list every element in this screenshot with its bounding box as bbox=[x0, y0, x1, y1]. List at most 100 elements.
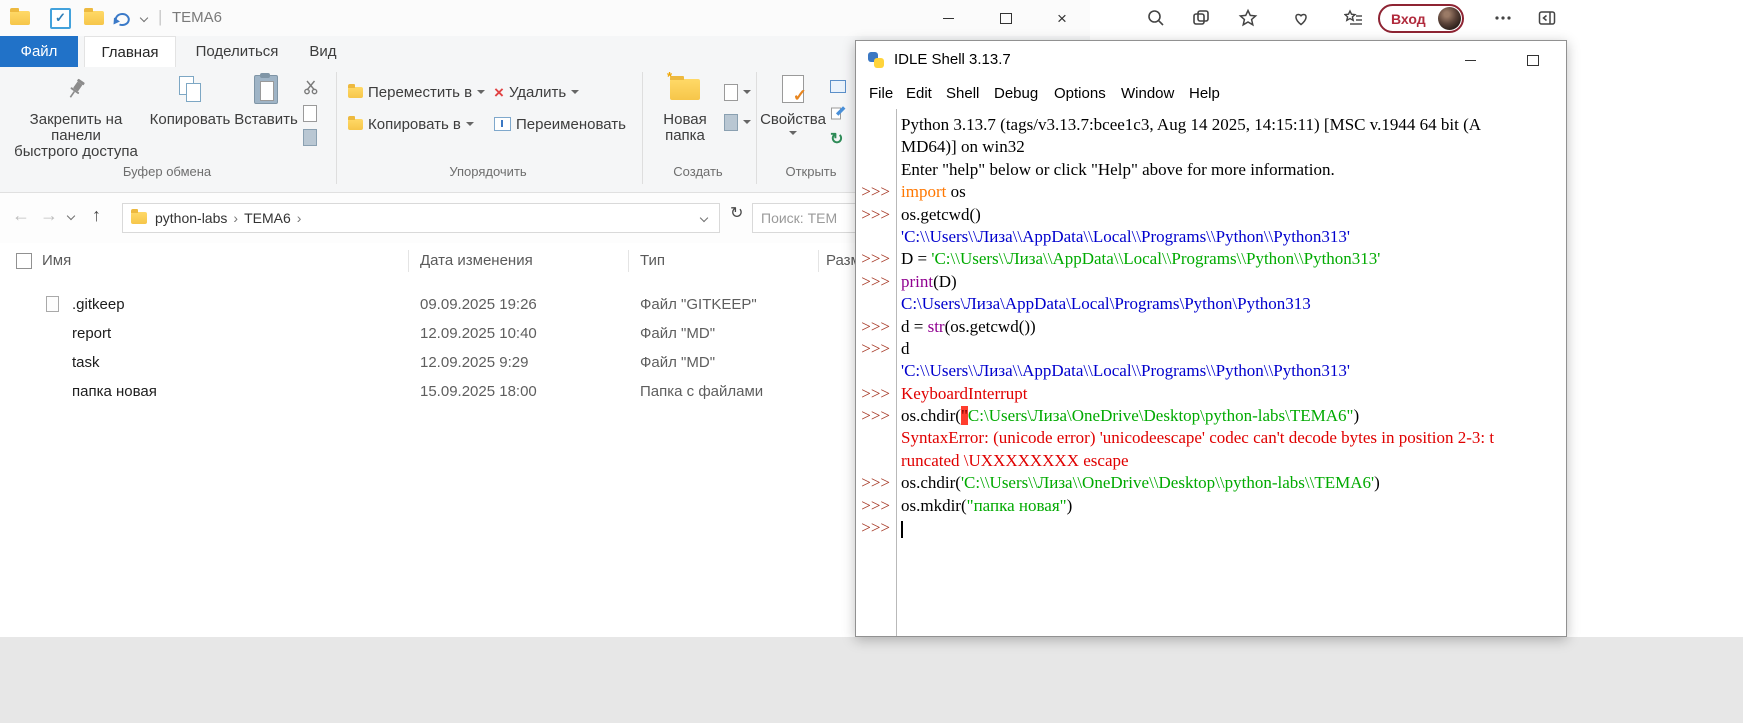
desktop: Вход ✓ | ТЕМА6 × Файл Г bbox=[0, 0, 1743, 723]
shell-prompt: >>> bbox=[856, 472, 896, 494]
shell-line: >>>os.getcwd() bbox=[856, 204, 1566, 226]
file-row[interactable]: папка новая15.09.2025 18:00Папка с файла… bbox=[0, 377, 860, 406]
text-cursor bbox=[901, 521, 903, 538]
shell-prompt bbox=[856, 450, 896, 472]
shell-line: MD64)] on win32 bbox=[856, 136, 1566, 158]
delete-button[interactable]: × Удалить bbox=[494, 80, 579, 104]
tab-file[interactable]: Файл bbox=[0, 36, 78, 67]
properties-button[interactable]: Свойства bbox=[762, 72, 824, 168]
idle-maximize-button[interactable] bbox=[1504, 41, 1562, 79]
menu-debug[interactable]: Debug bbox=[994, 85, 1038, 102]
column-header-name[interactable]: Имя bbox=[42, 252, 71, 269]
menu-window[interactable]: Window bbox=[1121, 85, 1174, 102]
address-dropdown-chevron-icon[interactable] bbox=[700, 214, 708, 222]
maximize-button[interactable] bbox=[978, 0, 1034, 36]
column-separator[interactable] bbox=[408, 250, 409, 272]
shell-line-text: print(D) bbox=[896, 271, 957, 293]
shell-line: 'C:\\Users\\Лиза\\AppData\\Local\\Progra… bbox=[856, 360, 1566, 382]
signin-label: Вход bbox=[1391, 11, 1426, 27]
file-row[interactable]: .gitkeep09.09.2025 19:26Файл "GITKEEP" bbox=[0, 290, 860, 319]
menu-options[interactable]: Options bbox=[1054, 85, 1106, 102]
copy-button[interactable]: Копировать bbox=[148, 72, 232, 168]
edit-icon[interactable] bbox=[830, 105, 846, 121]
shell-prompt: >>> bbox=[856, 517, 896, 539]
breadcrumb: python-labs › ТЕМА6 › bbox=[153, 210, 305, 226]
file-row[interactable]: report12.09.2025 10:40Файл "MD" bbox=[0, 319, 860, 348]
refresh-icon[interactable]: ↻ bbox=[730, 206, 743, 222]
collections-icon[interactable] bbox=[1190, 7, 1212, 29]
minimize-button[interactable] bbox=[920, 0, 976, 36]
file-row[interactable]: task12.09.2025 9:29Файл "MD" bbox=[0, 348, 860, 377]
pin-to-quick-access-button[interactable]: Закрепить на панели быстрого доступа bbox=[8, 72, 144, 168]
select-all-checkbox[interactable] bbox=[16, 253, 32, 269]
shell-line-text: os.chdir('C:\\Users\\Лиза\\OneDrive\\Des… bbox=[896, 472, 1380, 494]
forward-icon[interactable]: → bbox=[40, 206, 58, 224]
copy-to-button[interactable]: Копировать в bbox=[348, 112, 474, 136]
close-button[interactable]: × bbox=[1034, 0, 1090, 36]
dropdown-chevron-icon bbox=[466, 122, 474, 126]
quick-access-new-folder-icon[interactable] bbox=[84, 11, 104, 25]
paste-shortcut-icon[interactable] bbox=[303, 129, 317, 146]
address-input[interactable]: python-labs › ТЕМА6 › bbox=[122, 203, 720, 233]
explorer-titlebar[interactable]: ✓ | ТЕМА6 × bbox=[0, 0, 1090, 36]
tab-home[interactable]: Главная bbox=[84, 36, 176, 67]
redo-icon[interactable] bbox=[112, 8, 132, 28]
shell-prompt bbox=[856, 293, 896, 315]
shell-line-text: C:\Users\Лиза\AppData\Local\Programs\Pyt… bbox=[896, 293, 1311, 315]
tab-share[interactable]: Поделиться bbox=[186, 36, 288, 67]
signin-button[interactable]: Вход bbox=[1378, 4, 1464, 33]
shell-prompt bbox=[856, 427, 896, 449]
breadcrumb-separator[interactable]: › bbox=[297, 210, 302, 226]
shell-line: >>>print(D) bbox=[856, 271, 1566, 293]
copy-path-icon[interactable] bbox=[303, 105, 317, 122]
history-icon[interactable]: ↻ bbox=[830, 129, 843, 149]
up-icon[interactable]: ↑ bbox=[92, 206, 101, 224]
favorites-bar-icon[interactable] bbox=[1343, 7, 1365, 29]
shell-prompt: >>> bbox=[856, 204, 896, 226]
move-to-button[interactable]: Переместить в bbox=[348, 80, 485, 104]
search-icon[interactable] bbox=[1145, 7, 1167, 29]
cut-icon[interactable] bbox=[303, 79, 319, 95]
menu-file[interactable]: File bbox=[869, 85, 893, 102]
idle-titlebar[interactable]: IDLE Shell 3.13.7 bbox=[856, 41, 1566, 79]
back-icon[interactable]: ← bbox=[12, 206, 30, 224]
sidebar-toggle-icon[interactable] bbox=[1536, 7, 1558, 29]
menu-shell[interactable]: Shell bbox=[946, 85, 979, 102]
easy-access-icon bbox=[724, 114, 738, 131]
breadcrumb-item[interactable]: ТЕМА6 bbox=[244, 210, 291, 226]
menu-help[interactable]: Help bbox=[1189, 85, 1220, 102]
column-header-date[interactable]: Дата изменения bbox=[420, 252, 533, 269]
copy-to-icon bbox=[348, 119, 363, 130]
shell-line-text: os.chdir("C:\Users\Лиза\OneDrive\Desktop… bbox=[896, 405, 1359, 427]
dropdown-chevron-icon bbox=[743, 120, 751, 124]
file-icon bbox=[46, 296, 59, 312]
file-name: report bbox=[72, 325, 111, 342]
shell-line: C:\Users\Лиза\AppData\Local\Programs\Pyt… bbox=[856, 293, 1566, 315]
shell-line-text: runcated \UXXXXXXXX escape bbox=[896, 450, 1129, 472]
history-chevron-icon[interactable] bbox=[67, 212, 75, 220]
delete-icon: × bbox=[494, 84, 504, 101]
file-date: 09.09.2025 19:26 bbox=[420, 296, 537, 313]
column-header-type[interactable]: Тип bbox=[640, 252, 665, 269]
column-separator[interactable] bbox=[628, 250, 629, 272]
menu-edit[interactable]: Edit bbox=[906, 85, 932, 102]
shell-text-area[interactable]: Python 3.13.7 (tags/v3.13.7:bcee1c3, Aug… bbox=[856, 109, 1566, 636]
paste-button[interactable]: Вставить bbox=[234, 72, 298, 168]
browser-essentials-icon[interactable] bbox=[1290, 7, 1312, 29]
tab-view[interactable]: Вид bbox=[292, 36, 354, 67]
shell-prompt: >>> bbox=[856, 316, 896, 338]
easy-access-button[interactable] bbox=[724, 110, 751, 134]
more-menu-icon[interactable] bbox=[1492, 7, 1514, 29]
favorites-star-icon[interactable] bbox=[1237, 7, 1259, 29]
shell-line-text: os.mkdir("папка новая") bbox=[896, 495, 1072, 517]
breadcrumb-separator[interactable]: › bbox=[233, 210, 238, 226]
rename-button[interactable]: Переименовать bbox=[494, 112, 626, 136]
breadcrumb-item[interactable]: python-labs bbox=[155, 210, 227, 226]
new-folder-button[interactable]: * Новая папка bbox=[650, 72, 720, 168]
column-separator[interactable] bbox=[818, 250, 819, 272]
open-icon[interactable] bbox=[830, 80, 846, 93]
quick-access-properties-icon[interactable]: ✓ bbox=[50, 8, 71, 29]
quick-access-chevron-icon[interactable] bbox=[140, 14, 148, 22]
new-item-button[interactable] bbox=[724, 80, 751, 104]
idle-minimize-button[interactable] bbox=[1441, 41, 1499, 79]
